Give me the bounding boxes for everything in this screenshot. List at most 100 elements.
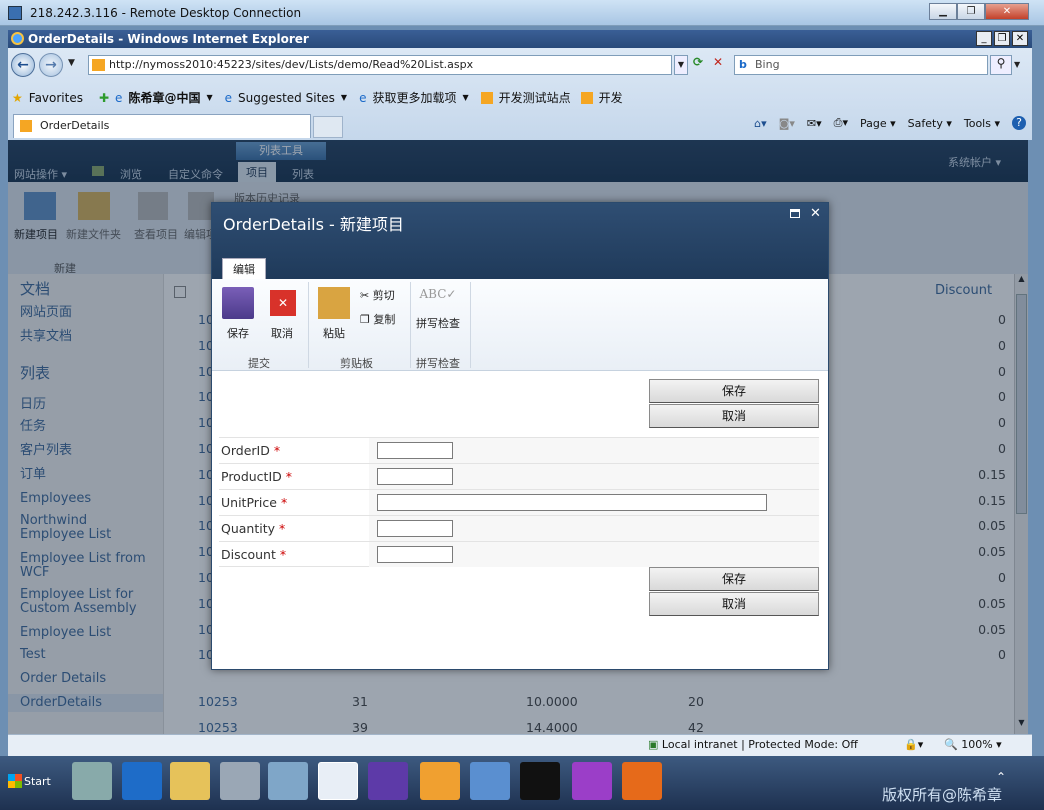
settings-icon[interactable] [268, 762, 308, 800]
command-bar: ⌂▾ ◙▾ ✉▾ ⎙▾ Page ▾ Safety ▾ Tools ▾ ? [754, 116, 1026, 130]
paste-button[interactable]: 粘贴 [318, 287, 350, 341]
form-row: ProductID * [219, 463, 819, 489]
ie-chrome: ← → ▼ http://nymoss2010:45223/sites/dev/… [8, 48, 1032, 140]
maximize-icon[interactable] [790, 209, 800, 218]
mail-icon[interactable]: ✉▾ [807, 117, 822, 130]
favorites-button[interactable]: Favorites [29, 91, 83, 105]
cut-button[interactable]: ✂ 剪切 [360, 287, 395, 303]
print-icon[interactable]: ⎙▾ [834, 116, 848, 130]
sql-icon[interactable] [470, 762, 510, 800]
field-input-discount[interactable] [377, 546, 453, 563]
rdp-titlebar: 218.242.3.116 - Remote Desktop Connectio… [0, 0, 1044, 26]
explorer-icon[interactable] [170, 762, 210, 800]
windows-logo-icon [8, 774, 22, 788]
bing-icon: b [739, 58, 747, 71]
close-icon[interactable]: ✕ [810, 206, 821, 221]
required-marker: * [279, 547, 287, 562]
fav-item[interactable]: 开发 [599, 89, 623, 106]
back-button[interactable]: ← [11, 53, 35, 77]
ie-status-bar: ▣ Local intranet | Protected Mode: Off 🔒… [8, 734, 1032, 756]
stop-icon[interactable]: ✕ [708, 55, 728, 75]
address-dropdown-icon[interactable]: ▼ [674, 55, 688, 75]
field-label: UnitPrice * [221, 495, 288, 510]
fav-item[interactable]: 获取更多加载项 [372, 89, 456, 106]
group-commit: 提交 [248, 357, 270, 370]
save-icon [222, 287, 254, 319]
ie-titlebar: OrderDetails - Windows Internet Explorer… [8, 30, 1032, 48]
sharepoint-favicon [480, 91, 493, 104]
help-icon[interactable]: ? [1012, 116, 1026, 130]
divider [410, 282, 411, 368]
zoom-control[interactable]: 🔍 100% ▾ [944, 738, 1002, 751]
tools-icon[interactable] [220, 762, 260, 800]
form-row: OrderID * [219, 437, 819, 463]
save-button[interactable]: 保存 [649, 379, 819, 403]
safety-menu[interactable]: Safety ▾ [908, 117, 952, 130]
internet-explorer-icon[interactable] [318, 762, 358, 800]
tab-bar: OrderDetails ⌂▾ ◙▾ ✉▾ ⎙▾ Page ▾ Safety ▾… [8, 112, 1032, 138]
cancel-ribbon-button[interactable]: ✕ 取消 [268, 287, 296, 341]
cancel-button[interactable]: 取消 [649, 404, 819, 428]
powershell-icon[interactable] [122, 762, 162, 800]
search-icon[interactable]: ⚲ [990, 55, 1012, 75]
home-icon[interactable]: ⌂▾ [754, 117, 767, 130]
visual-studio-icon[interactable] [368, 762, 408, 800]
field-input-orderid[interactable] [377, 442, 453, 459]
form-row: Discount * [219, 541, 819, 567]
field-label: Discount * [221, 547, 287, 562]
tab-orderdetails[interactable]: OrderDetails [13, 114, 311, 138]
required-marker: * [285, 469, 293, 484]
field-input-unitprice[interactable] [377, 494, 767, 511]
field-input-quantity[interactable] [377, 520, 453, 537]
watermark: 版权所有@陈希章 [881, 786, 1002, 804]
page-menu[interactable]: Page ▾ [860, 117, 896, 130]
add-favorite-icon[interactable]: ✚ [99, 91, 109, 105]
favorites-bar: ★ Favorites ✚ e 陈希章@中国 ▼ e Suggested Sites ▼… [12, 89, 623, 106]
admin-tools-icon[interactable] [420, 762, 460, 800]
protected-mode-icon[interactable]: 🔒▾ [904, 738, 923, 751]
tab-edit[interactable]: 编辑 [222, 258, 266, 280]
close-icon[interactable]: ✕ [985, 3, 1029, 20]
required-marker: * [279, 521, 286, 536]
tools-menu[interactable]: Tools ▾ [964, 117, 1000, 130]
minimize-icon[interactable]: ▁ [929, 3, 957, 20]
tray-chevron-icon[interactable]: ⌃ [996, 770, 1006, 784]
server-manager-icon[interactable] [72, 762, 112, 800]
rss-icon[interactable]: ◙▾ [779, 117, 795, 130]
ie-page-icon: e [224, 90, 232, 105]
restore-icon[interactable]: ❐ [994, 31, 1010, 46]
search-input[interactable]: b Bing [734, 55, 988, 75]
fav-item[interactable]: 陈希章@中国 [128, 89, 200, 106]
sharepoint-designer-icon[interactable] [622, 762, 662, 800]
refresh-icon[interactable]: ⟳ [688, 55, 708, 75]
taskbar: Start 版权所有@陈希章 ⌃ [0, 756, 1044, 810]
cut-icon: ✂ [360, 289, 370, 302]
ie-title: OrderDetails - Windows Internet Explorer [28, 32, 309, 46]
history-dropdown-icon[interactable]: ▼ [68, 58, 75, 68]
forward-button[interactable]: → [39, 53, 63, 77]
start-button[interactable]: Start [6, 762, 56, 802]
fav-item[interactable]: Suggested Sites [238, 91, 335, 105]
save-button-bottom[interactable]: 保存 [649, 567, 819, 591]
copy-icon: ❐ [360, 313, 370, 326]
fav-item[interactable]: 开发测试站点 [499, 89, 571, 106]
cancel-button-bottom[interactable]: 取消 [649, 592, 819, 616]
new-item-dialog: OrderDetails - 新建项目 ✕ 编辑 保存 ✕ 取消 提交 粘贴 ✂… [211, 202, 829, 670]
new-tab-button[interactable] [313, 116, 343, 138]
infopath-icon[interactable] [572, 762, 612, 800]
field-input-productid[interactable] [377, 468, 453, 485]
address-bar[interactable]: http://nymoss2010:45223/sites/dev/Lists/… [88, 55, 672, 75]
save-ribbon-button[interactable]: 保存 [222, 287, 254, 341]
copy-button[interactable]: ❐ 复制 [360, 311, 395, 327]
dialog-header: OrderDetails - 新建项目 ✕ 编辑 [212, 203, 828, 280]
close-icon[interactable]: ✕ [1012, 31, 1028, 46]
ie-window-controls: _ ❐ ✕ [976, 31, 1028, 46]
spellcheck-icon: ABC✓ [419, 287, 457, 301]
search-placeholder: Bing [755, 58, 780, 71]
search-options-icon[interactable]: ▼ [1014, 55, 1026, 75]
restore-icon[interactable]: ❐ [957, 3, 985, 20]
cmd-icon[interactable] [520, 762, 560, 800]
minimize-icon[interactable]: _ [976, 31, 992, 46]
spelling-button[interactable]: ABC✓ 拼写检查 [416, 287, 460, 331]
remote-desktop-icon [8, 6, 22, 20]
